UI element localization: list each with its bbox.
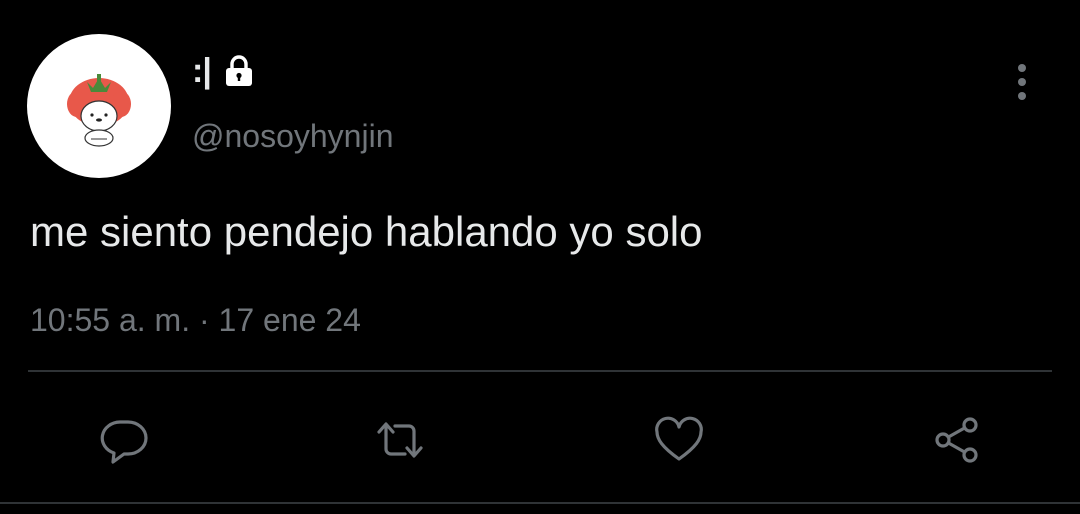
more-vertical-icon xyxy=(1018,64,1026,100)
tweet-card: :| @nosoyhynjin me siento pendejo hablan… xyxy=(0,0,1080,514)
tweet-text: me siento pendejo hablando yo solo xyxy=(30,208,703,255)
reply-button[interactable] xyxy=(94,410,154,470)
share-button[interactable] xyxy=(927,410,987,470)
more-options-button[interactable] xyxy=(1004,62,1040,102)
retweet-button[interactable] xyxy=(370,410,430,470)
retweet-icon xyxy=(377,422,423,458)
lock-icon xyxy=(221,53,257,89)
timestamp-separator: · xyxy=(198,302,210,338)
heart-icon xyxy=(655,416,703,461)
user-handle[interactable]: @nosoyhynjin xyxy=(192,114,393,158)
like-button[interactable] xyxy=(649,410,709,470)
tweet-date[interactable]: 17 ene 24 xyxy=(219,302,361,338)
share-icon xyxy=(935,417,978,463)
reply-icon xyxy=(100,420,148,464)
avatar-image xyxy=(67,74,131,147)
divider xyxy=(28,370,1052,372)
display-name[interactable]: :| xyxy=(192,48,212,94)
bottom-divider xyxy=(0,502,1080,504)
tweet-timestamp: 10:55 a. m. · 17 ene 24 xyxy=(30,298,361,342)
user-name-row[interactable]: :| xyxy=(192,48,257,94)
avatar[interactable] xyxy=(27,34,171,178)
tweet-time[interactable]: 10:55 a. m. xyxy=(30,302,190,338)
